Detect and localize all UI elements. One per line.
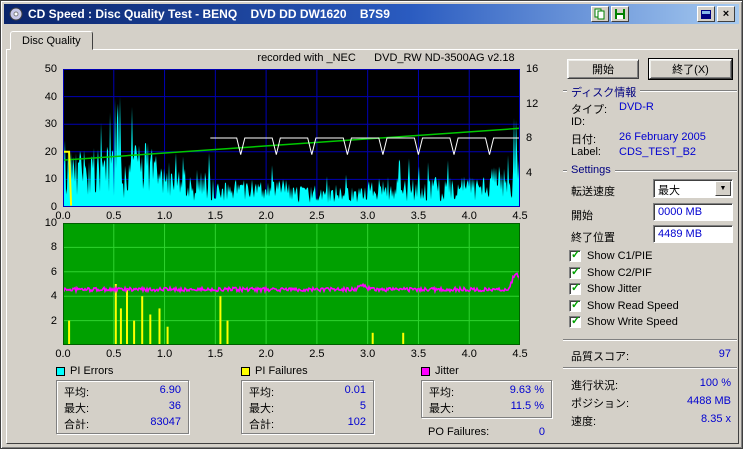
- disc-date-row: 日付: 26 February 2005: [571, 131, 706, 146]
- legend-title: PI Errors: [70, 365, 114, 377]
- save-icon: [615, 9, 625, 19]
- jitter-legend: Jitter 平均: 9.63 % 最大: 11.5 %: [421, 364, 552, 418]
- checkmark-icon: ✓: [571, 315, 581, 327]
- pi-errors-legend: PI Errors 平均: 6.90 最大: 36 合計: 83047: [56, 364, 189, 434]
- legend-row: 合計: 83047: [64, 416, 181, 431]
- pi-errors-chart: [63, 69, 520, 207]
- quality-score-row: 品質スコア: 97: [571, 348, 731, 363]
- legend-row: 平均: 9.63 %: [429, 384, 544, 399]
- checkbox-show-jitter[interactable]: ✓ Show Jitter: [569, 282, 641, 296]
- titlebar: CD Speed : Disc Quality Test - BENQ DVD …: [4, 4, 739, 24]
- checkbox-show-read-speed[interactable]: ✓ Show Read Speed: [569, 299, 679, 313]
- checkmark-icon: ✓: [571, 282, 581, 294]
- start-position-field[interactable]: 0000 MB: [653, 203, 733, 221]
- chart-annotation: recorded with _NEC DVD_RW ND-3500AG v2.1…: [257, 52, 515, 64]
- legend-row: 平均: 0.01: [249, 384, 366, 399]
- pi-failures-swatch: [241, 366, 250, 376]
- start-button[interactable]: 開始: [567, 59, 639, 79]
- pi-errors-swatch: [56, 366, 65, 376]
- checkbox-show-c1-pie[interactable]: ✓ Show C1/PIE: [569, 249, 652, 263]
- legend-row: 最大: 36: [64, 400, 181, 415]
- copy-button[interactable]: [591, 6, 609, 22]
- app-icon: [8, 6, 24, 22]
- checkbox-show-write-speed[interactable]: ✓ Show Write Speed: [569, 315, 678, 329]
- legend-title: Jitter: [435, 365, 459, 377]
- settings-group-header: Settings: [563, 164, 737, 177]
- exit-button[interactable]: 終了(X): [648, 58, 733, 80]
- tab-disc-quality[interactable]: Disc Quality: [10, 31, 93, 50]
- window-title: CD Speed : Disc Quality Test - BENQ DVD …: [28, 7, 390, 21]
- jitter-chart: [63, 223, 520, 345]
- app-window: CD Speed : Disc Quality Test - BENQ DVD …: [0, 0, 743, 449]
- disc-type-row: タイプ: DVD-R: [571, 101, 654, 116]
- legend-title: PI Failures: [255, 365, 308, 377]
- disc-label-row: Label: CDS_TEST_B2: [571, 146, 697, 158]
- chevron-down-icon[interactable]: ▼: [715, 181, 731, 196]
- checkmark-icon: ✓: [571, 299, 581, 311]
- copy-icon: [594, 8, 605, 20]
- separator: [563, 367, 737, 369]
- separator: [563, 339, 737, 341]
- speed-select[interactable]: 最大 ▼: [653, 179, 733, 198]
- minimize-icon: [701, 9, 711, 19]
- checkmark-icon: ✓: [571, 249, 581, 261]
- progress-row: 進行状況: 100 %: [571, 377, 731, 392]
- checkmark-icon: ✓: [571, 266, 581, 278]
- disc-info-group-header: ディスク情報: [563, 84, 737, 100]
- jitter-swatch: [421, 366, 430, 376]
- end-position-field[interactable]: 4489 MB: [653, 225, 733, 243]
- disc-id-row: ID:: [571, 116, 586, 128]
- position-row: ポジション: 4488 MB: [571, 395, 731, 410]
- legend-row: 最大: 5: [249, 400, 366, 415]
- legend-row: 平均: 6.90: [64, 384, 181, 399]
- close-button[interactable]: ×: [717, 6, 735, 22]
- minimize-button[interactable]: [697, 6, 715, 22]
- close-icon: ×: [722, 7, 730, 20]
- legend-row: 合計: 102: [249, 416, 366, 431]
- po-failures-row: PO Failures: 0: [428, 426, 545, 438]
- legend-row: 最大: 11.5 %: [429, 400, 544, 415]
- speed-row: 速度: 8.35 x: [571, 413, 731, 428]
- pi-failures-legend: PI Failures 平均: 0.01 最大: 5 合計: 102: [241, 364, 374, 434]
- checkbox-show-c2-pif[interactable]: ✓ Show C2/PIF: [569, 266, 652, 280]
- save-button[interactable]: [611, 6, 629, 22]
